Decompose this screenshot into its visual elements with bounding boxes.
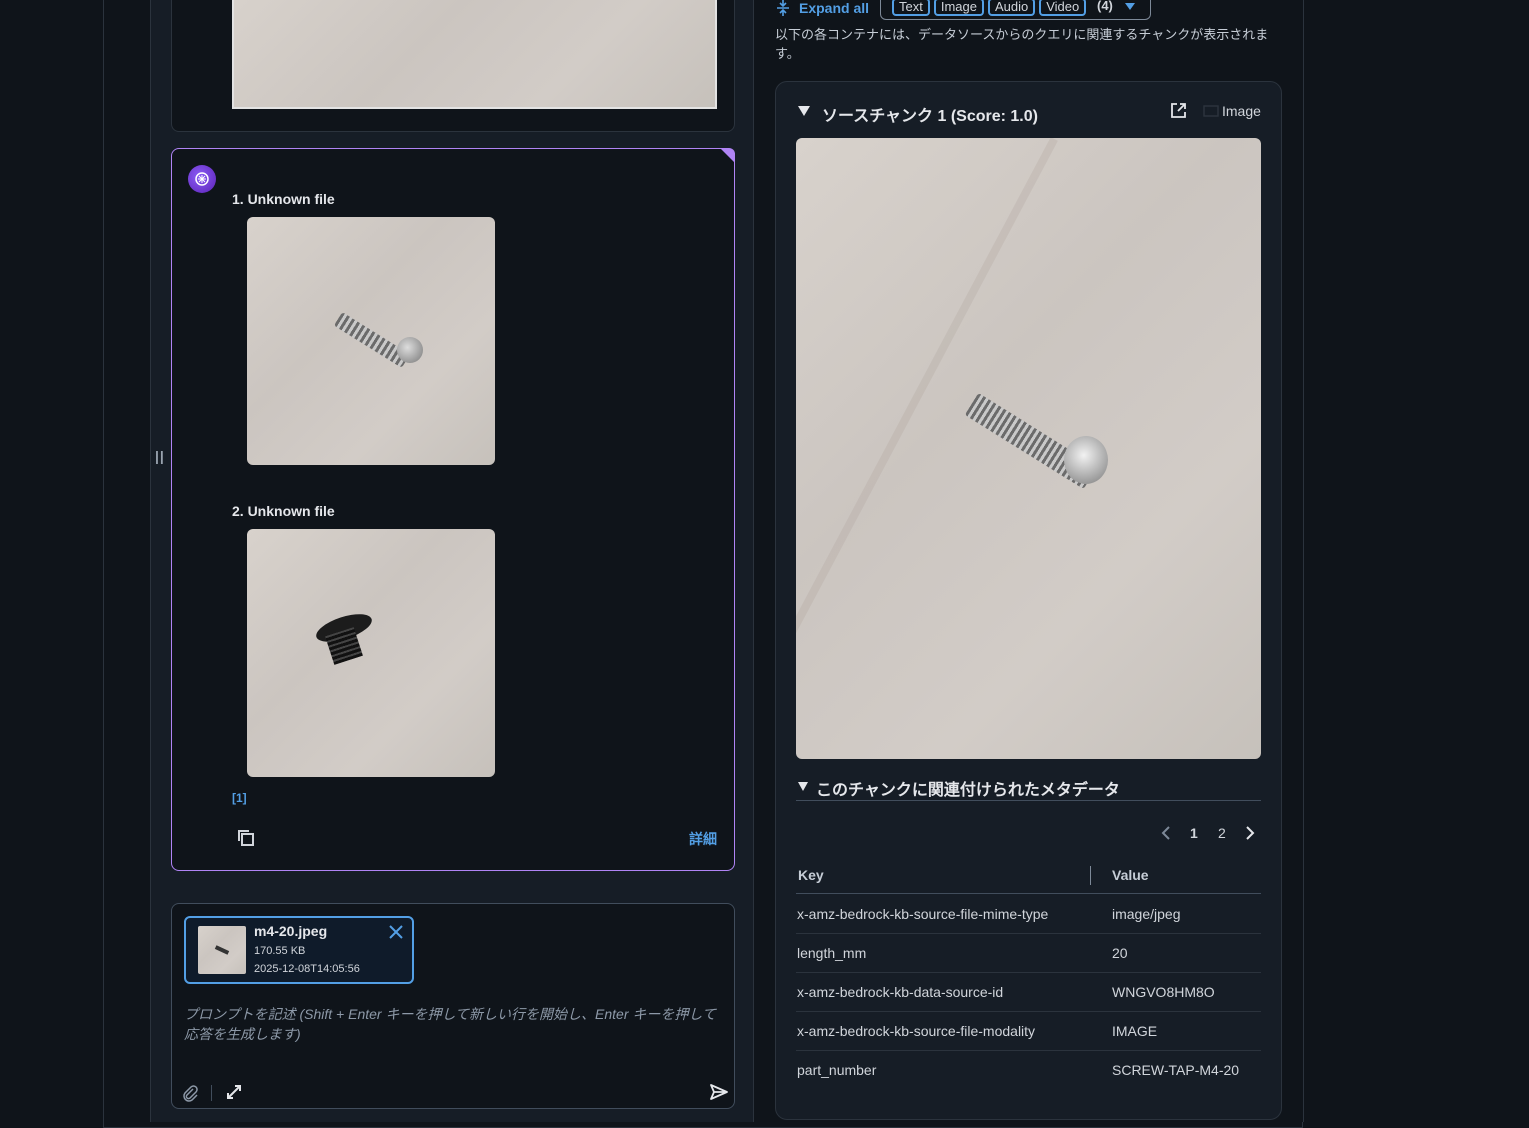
metadata-caret-icon[interactable] [797,779,809,797]
metadata-divider [796,800,1261,801]
assistant-avatar-icon [188,165,216,193]
copy-icon[interactable] [236,828,256,853]
table-cell-value: image/jpeg [1112,906,1181,922]
table-cell-value: IMAGE [1112,1023,1158,1039]
attachment-size: 170.55 KB [254,945,306,957]
attachment-timestamp: 2025-12-08T14:05:56 [254,963,360,975]
send-icon[interactable] [709,1082,729,1107]
row-divider [796,1011,1261,1012]
table-cell-value: 20 [1112,945,1128,961]
chunk-image [796,138,1261,759]
table-cell-value: WNGVO8HM8O [1112,984,1215,1000]
collapse-caret-icon[interactable] [797,104,811,122]
previous-message-image [232,0,717,109]
page-2[interactable]: 2 [1218,825,1226,841]
response-item-label: 1. Unknown file [232,191,335,207]
prev-page-icon[interactable] [1160,825,1172,846]
remove-attachment-icon[interactable] [388,924,404,945]
toolbar-divider [211,1085,212,1101]
column-resizer[interactable] [1090,866,1091,885]
metadata-section-title[interactable]: このチャンクに関連付けられたメタデータ [816,776,1120,800]
response-image-2[interactable] [247,529,495,777]
row-divider [796,1050,1261,1051]
prompt-input[interactable]: プロンプトを記述 (Shift + Enter キーを押して新しい行を開始し、E… [184,1004,724,1044]
row-divider [796,972,1261,973]
caret-down-icon[interactable] [1123,0,1137,17]
filter-chip-audio[interactable]: Audio [987,0,1036,16]
expand-all-button[interactable]: Expand all [799,0,869,16]
table-cell-value: SCREW-TAP-M4-20 [1112,1062,1240,1078]
table-cell-key: length_mm [797,945,867,961]
expand-icon[interactable] [226,1084,242,1105]
response-image-1[interactable] [247,217,495,465]
details-link[interactable]: 詳細 [689,829,717,849]
table-cell-key: part_number [797,1062,877,1078]
attachment-thumbnail [198,926,246,974]
row-divider [796,933,1261,934]
chunk-modality: Image [1222,103,1261,119]
paperclip-icon[interactable] [181,1084,199,1107]
table-cell-key: x-amz-bedrock-kb-source-file-mime-type [797,906,1049,922]
left-resize-handle[interactable]: || [155,448,165,464]
filter-count: (4) [1097,0,1113,13]
next-page-icon[interactable] [1244,825,1256,846]
page-1[interactable]: 1 [1190,825,1198,841]
chunk-title[interactable]: ソースチャンク 1 (Score: 1.0) [822,102,1038,126]
table-header-divider [796,893,1261,894]
filter-chip-image[interactable]: Image [933,0,984,16]
table-cell-key: x-amz-bedrock-kb-data-source-id [797,984,1004,1000]
filter-chip-video[interactable]: Video [1039,0,1087,16]
filter-chips: Text Image Audio Video [892,0,1087,16]
response-corner-marker [720,148,735,163]
column-header-value: Value [1112,867,1149,883]
citation-link[interactable]: [1] [232,791,247,805]
table-cell-key: x-amz-bedrock-kb-source-file-modality [797,1023,1036,1039]
image-modality-icon [1203,104,1219,122]
filter-chip-text[interactable]: Text [892,0,930,16]
column-header-key: Key [798,867,824,883]
expand-all-icon[interactable] [775,0,791,22]
attachment-name: m4-20.jpeg [254,923,328,939]
chunks-description: 以下の各コンテナには、データソースからのクエリに関連するチャンクが表示されます。 [775,27,1269,61]
response-item-label: 2. Unknown file [232,503,335,519]
external-link-icon[interactable] [1170,102,1187,124]
